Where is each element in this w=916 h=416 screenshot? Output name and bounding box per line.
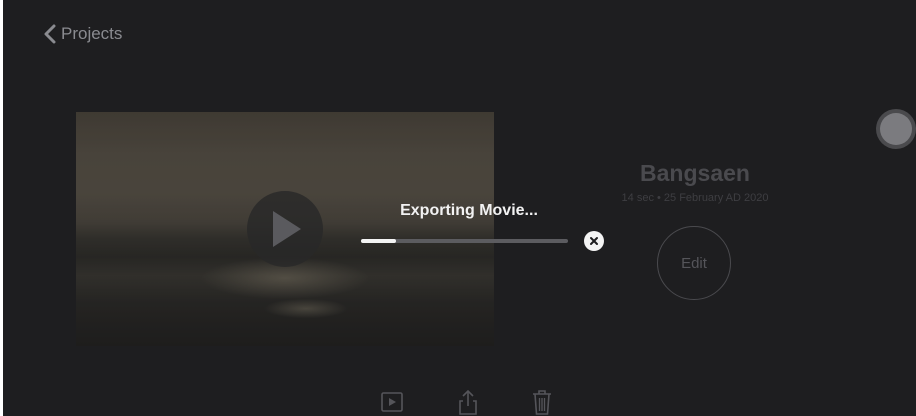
cancel-export-button[interactable]	[584, 231, 604, 251]
chevron-left-icon	[44, 24, 56, 44]
play-icon	[273, 211, 301, 247]
play-movie-button[interactable]	[377, 388, 407, 416]
export-status-label: Exporting Movie...	[400, 202, 538, 219]
edit-label: Edit	[681, 254, 707, 272]
play-button[interactable]	[247, 191, 323, 267]
back-to-projects-button[interactable]: Projects	[43, 20, 122, 48]
export-progress-bar	[361, 239, 568, 243]
close-icon	[590, 237, 598, 245]
trash-icon	[533, 390, 551, 415]
back-label: Projects	[61, 24, 123, 43]
project-title: Bangsaen	[640, 160, 750, 186]
project-meta: 14 sec • 25 February AD 2020	[621, 192, 769, 204]
edit-button[interactable]: Edit	[657, 226, 731, 300]
export-progress-fill	[361, 239, 397, 243]
delete-button[interactable]	[527, 388, 557, 416]
play-movie-icon	[381, 392, 403, 412]
share-button[interactable]	[453, 388, 483, 416]
share-icon	[459, 389, 477, 415]
assistive-touch-button[interactable]	[880, 113, 912, 145]
project-detail-screen: Projects Exporting Movie... Bangsaen 14 …	[3, 0, 916, 416]
